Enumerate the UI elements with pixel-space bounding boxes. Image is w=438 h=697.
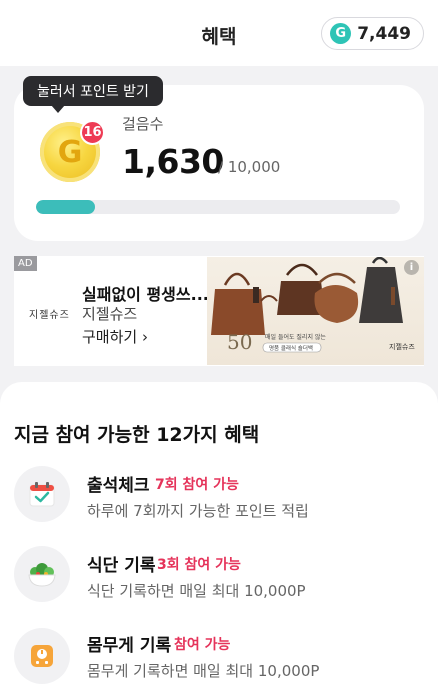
coin-count-badge: 16 (80, 120, 105, 145)
ad-label: AD (14, 256, 37, 271)
benefit-meal-desc: 식단 기록하면 매일 최대 10,000P (87, 582, 306, 600)
benefit-weight-badge: 참여 가능 (174, 637, 231, 653)
g-coin-icon: G (57, 134, 83, 170)
ad-title[interactable]: 실패없이 평생쓰... (82, 281, 209, 305)
benefit-meal-badge: 3회 참여 가능 (157, 557, 241, 573)
benefit-weight-desc: 몸무게 기록하면 매일 최대 10,000P (87, 662, 320, 680)
steps-progress-bar (36, 200, 400, 214)
top-bar: 혜택 G 7,449 (0, 0, 438, 66)
scale-icon[interactable] (14, 628, 70, 684)
ad-product-image[interactable]: 50 매일 들어도 질리지 않는 명품 클래식 숄더백 지젤슈즈 (207, 257, 424, 365)
ad-brand-logo: 지젤슈즈 (29, 310, 70, 321)
benefit-attendance-badge: 7회 참여 가능 (155, 477, 239, 493)
steps-progress-fill (36, 200, 96, 214)
ad-brand-name: 지젤슈즈 (82, 305, 138, 323)
scale-graphic (31, 645, 53, 667)
steps-count: 1,630 (122, 142, 224, 181)
g-point-icon: G (330, 23, 352, 44)
benefit-attendance-title[interactable]: 출석체크 (87, 471, 150, 496)
calendar-check-graphic (29, 482, 55, 507)
benefit-attendance-desc: 하루에 7회까지 가능한 포인트 적립 (87, 502, 309, 520)
steps-goal: / 10,000 (218, 158, 281, 176)
ad-buy-link[interactable]: 구매하기 › (82, 326, 148, 347)
ad-image-line2: 명품 클래식 숄더백 (269, 344, 313, 352)
point-balance-value: 7,449 (357, 23, 411, 44)
benefit-meal-title[interactable]: 식단 기록 (87, 551, 155, 576)
collect-points-tooltip[interactable]: 눌러서 포인트 받기 (23, 76, 163, 113)
benefits-title: 지금 참여 가능한 12가지 혜택 (14, 424, 260, 446)
salad-bowl-icon[interactable] (14, 546, 70, 602)
ad-info-icon[interactable]: i (404, 260, 419, 275)
point-balance-button[interactable]: G 7,449 (321, 17, 424, 50)
ad-image-line1: 매일 들어도 질리지 않는 (265, 333, 326, 341)
salad-bowl-graphic (28, 563, 56, 587)
benefit-weight-title[interactable]: 몸무게 기록 (87, 631, 171, 656)
handbags-illustration: 50 매일 들어도 질리지 않는 명품 클래식 숄더백 지젤슈즈 (211, 257, 415, 354)
steps-label: 걸음수 (122, 115, 164, 133)
ad-image-logo: 지젤슈즈 (389, 342, 415, 351)
calendar-icon[interactable] (14, 466, 70, 522)
ad-percent-text: 50 (227, 330, 252, 354)
